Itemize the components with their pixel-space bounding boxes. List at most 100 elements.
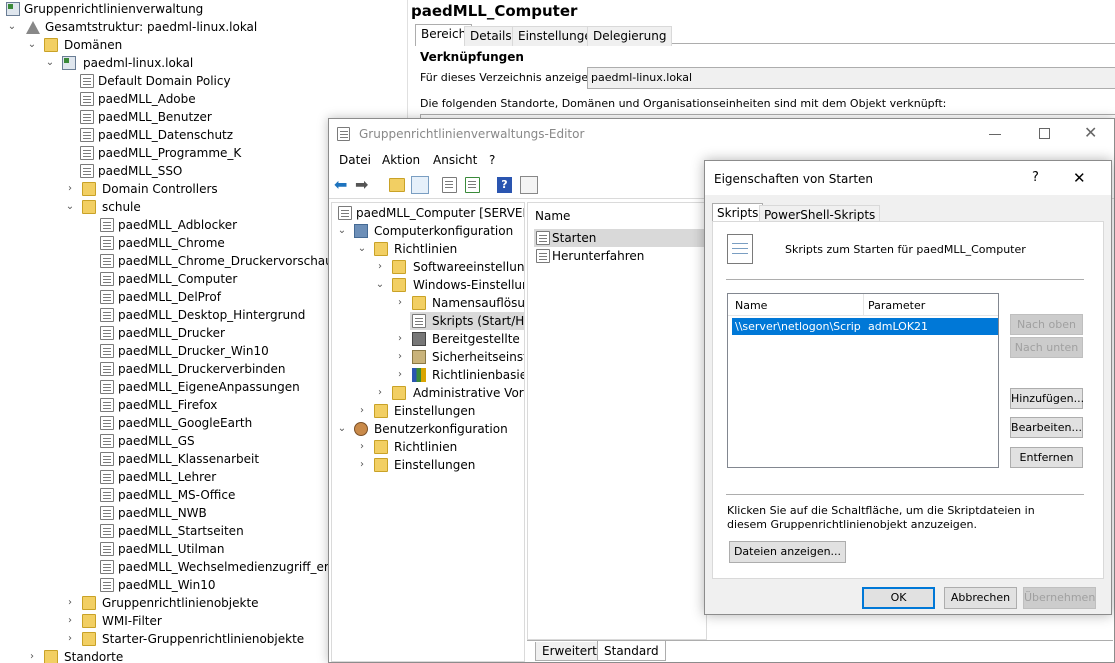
dialog-tabs: Skripts PowerShell-Skripts xyxy=(712,203,1104,224)
back-icon[interactable]: ⬅ xyxy=(334,176,352,194)
gpo-link-icon xyxy=(100,506,114,520)
user-icon xyxy=(354,422,368,436)
chevron-right-icon[interactable]: › xyxy=(64,612,76,630)
gpo-link-icon xyxy=(100,362,114,376)
forest-icon xyxy=(26,20,40,34)
tab-standard[interactable]: Standard xyxy=(597,641,666,661)
chevron-down-icon[interactable]: ⌄ xyxy=(26,36,38,54)
add-button[interactable]: Hinzufügen... xyxy=(1010,388,1084,409)
tab-erweitert[interactable]: Erweitert xyxy=(535,642,604,661)
gpo-link-icon xyxy=(100,542,114,556)
properties-icon[interactable] xyxy=(442,177,457,193)
close-icon[interactable]: ✕ xyxy=(1073,169,1086,187)
folder-icon xyxy=(82,596,96,610)
chevron-down-icon[interactable]: ⌄ xyxy=(336,420,348,438)
gpo-link-icon xyxy=(80,146,94,160)
col-parameter[interactable]: Parameter xyxy=(868,299,925,312)
tab-details[interactable]: Details xyxy=(464,26,518,46)
view-icon[interactable] xyxy=(520,176,538,194)
list-item-starten[interactable]: Starten xyxy=(534,229,706,247)
cell-param: admLOK21 xyxy=(868,320,929,333)
gpo-link-label: paedMLL_Chrome_Druckervorschau xyxy=(118,254,333,268)
show-dropdown[interactable]: paedml-linux.lokal xyxy=(587,67,1115,89)
help-icon[interactable]: ? xyxy=(1032,170,1039,185)
folder-icon xyxy=(392,386,406,400)
cancel-button[interactable]: Abbrechen xyxy=(944,587,1017,609)
menu-datei[interactable]: Datei xyxy=(339,150,371,170)
separator xyxy=(726,494,1084,495)
tab-delegierung[interactable]: Delegierung xyxy=(587,26,673,46)
gpo-link-label: paedMLL_GoogleEarth xyxy=(118,416,253,430)
folder-icon xyxy=(374,404,388,418)
gpo-link-label: Default Domain Policy xyxy=(98,74,231,88)
chevron-right-icon[interactable]: › xyxy=(394,366,406,384)
gpo-link-icon xyxy=(100,218,114,232)
chevron-right-icon[interactable]: › xyxy=(374,258,386,276)
chevron-right-icon[interactable]: › xyxy=(64,180,76,198)
gpo-link-label: paedMLL_Utilman xyxy=(118,542,225,556)
gpo-link-label: paedMLL_Programme_K xyxy=(98,146,242,160)
up-folder-icon[interactable] xyxy=(389,178,405,192)
chevron-right-icon[interactable]: › xyxy=(356,438,368,456)
menu-aktion[interactable]: Aktion xyxy=(382,150,420,170)
chevron-down-icon[interactable]: ⌄ xyxy=(6,18,18,36)
maximize-icon[interactable] xyxy=(1039,128,1050,139)
chevron-right-icon[interactable]: › xyxy=(394,294,406,312)
gpo-link-icon xyxy=(80,110,94,124)
chevron-right-icon[interactable]: › xyxy=(394,348,406,366)
scripts-icon xyxy=(412,314,426,328)
editor-app-icon xyxy=(337,127,350,141)
remove-button[interactable]: Entfernen xyxy=(1010,447,1083,468)
menu-help[interactable]: ? xyxy=(489,150,495,170)
menu-ansicht[interactable]: Ansicht xyxy=(433,150,477,170)
col-name[interactable]: Name xyxy=(735,299,767,312)
list-header-name[interactable]: Name xyxy=(535,209,570,223)
apply-button[interactable]: Übernehmen xyxy=(1023,587,1096,609)
domain-icon xyxy=(62,56,76,70)
forward-icon[interactable]: ➡ xyxy=(355,176,373,194)
minimize-icon[interactable] xyxy=(989,134,1001,135)
gpo-link-icon xyxy=(100,578,114,592)
chevron-right-icon[interactable]: › xyxy=(394,330,406,348)
gpo-link-label: paedMLL_Adobe xyxy=(98,92,196,106)
gpo-link-label: paedMLL_NWB xyxy=(118,506,207,520)
chevron-right-icon[interactable]: › xyxy=(356,402,368,420)
folder-icon xyxy=(82,632,96,646)
security-icon xyxy=(412,350,426,364)
dialog-title: Eigenschaften von Starten xyxy=(714,172,874,186)
chevron-right-icon[interactable]: › xyxy=(64,630,76,648)
move-up-button[interactable]: Nach oben xyxy=(1010,314,1083,335)
chevron-down-icon[interactable]: ⌄ xyxy=(356,240,368,258)
chevron-right-icon[interactable]: › xyxy=(356,456,368,474)
edit-button[interactable]: Bearbeiten... xyxy=(1010,417,1083,438)
move-down-button[interactable]: Nach unten xyxy=(1010,337,1083,358)
table-row[interactable]: \\server\netlogon\Script... admLOK21 xyxy=(732,318,998,335)
gpo-link-icon xyxy=(100,380,114,394)
ok-button[interactable]: OK xyxy=(862,587,935,609)
close-icon[interactable]: ✕ xyxy=(1084,123,1097,142)
gpo-link-icon xyxy=(100,434,114,448)
gpo-link-icon xyxy=(100,416,114,430)
chevron-down-icon[interactable]: ⌄ xyxy=(336,222,348,240)
gpo-link-label: paedMLL_GS xyxy=(118,434,195,448)
export-icon[interactable] xyxy=(465,177,480,193)
gpo-link-icon xyxy=(100,524,114,538)
tree-node-scripts[interactable]: Skripts (Start/Her xyxy=(410,312,524,330)
scripts-heading: Skripts zum Starten für paedMLL_Computer xyxy=(785,243,1026,256)
editor-list: Name Starten Herunterfahren xyxy=(527,202,707,640)
gpo-link-icon xyxy=(100,488,114,502)
gpo-link-icon xyxy=(100,308,114,322)
chevron-right-icon[interactable]: › xyxy=(374,384,386,402)
gpo-link-label: paedMLL_Firefox xyxy=(118,398,218,412)
chevron-down-icon[interactable]: ⌄ xyxy=(64,198,76,216)
col-divider xyxy=(863,294,864,316)
chevron-down-icon[interactable]: ⌄ xyxy=(44,54,56,72)
chevron-down-icon[interactable]: ⌄ xyxy=(374,276,386,294)
chevron-right-icon[interactable]: › xyxy=(26,648,38,663)
help-icon[interactable]: ? xyxy=(497,177,512,193)
show-files-button[interactable]: Dateien anzeigen... xyxy=(729,541,846,563)
gpo-link-icon xyxy=(80,128,94,142)
chevron-right-icon[interactable]: › xyxy=(64,594,76,612)
show-tree-icon[interactable] xyxy=(411,176,429,194)
gpo-link-icon xyxy=(80,74,94,88)
